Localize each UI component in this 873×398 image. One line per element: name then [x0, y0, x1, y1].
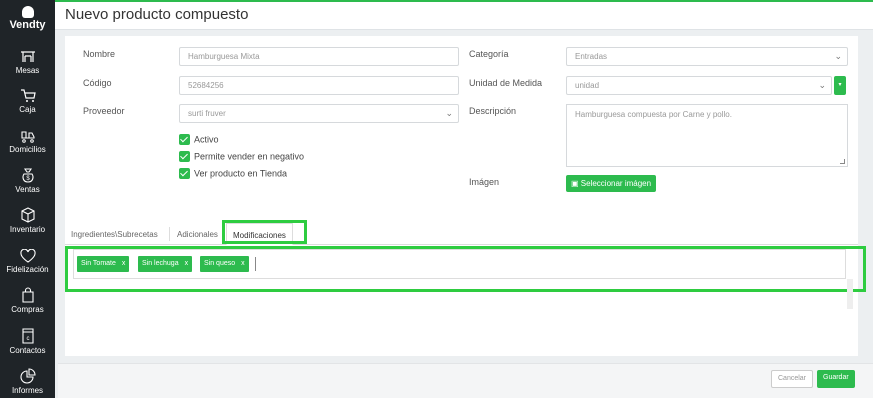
svg-text:c: c — [26, 336, 29, 342]
select-image-label: Seleccionar imágen — [580, 179, 652, 188]
codigo-label: Código — [83, 78, 112, 88]
unidad-add-button[interactable]: ▾ — [834, 76, 846, 95]
sidebar-item-label: Inventario — [9, 225, 46, 234]
vendty-logo[interactable]: Vendty — [0, 6, 55, 31]
svg-text:$: $ — [26, 176, 30, 182]
cancel-button[interactable]: Cancelar — [771, 370, 814, 388]
highlight-tab-frame — [222, 220, 307, 244]
sidebar-item-label: Fidelización — [6, 265, 49, 274]
sidebar-item-label: Domicilios — [9, 145, 46, 154]
checkbox-checked-icon — [179, 168, 190, 180]
codigo-input[interactable]: 52684256 — [179, 76, 459, 95]
page-header: Nuevo producto compuesto — [55, 2, 873, 30]
shopping-bag-icon — [21, 287, 34, 303]
sidebar-item-inventario[interactable]: Inventario — [0, 207, 55, 245]
vertical-scrollbar[interactable] — [847, 279, 853, 309]
nombre-input[interactable]: Hamburguesa Mixta — [179, 47, 459, 66]
categoria-select[interactable]: Entradas ⌄ — [566, 47, 848, 66]
sidebar-item-label: Ventas — [15, 185, 40, 194]
pie-chart-icon — [19, 368, 36, 384]
sidebar-item-informes[interactable]: Informes — [0, 368, 55, 398]
page-title: Nuevo producto compuesto — [65, 6, 249, 23]
checkbox-label: Permite vender en negativo — [194, 151, 305, 162]
heart-icon — [19, 249, 36, 263]
checkbox-label: Activo — [194, 134, 219, 145]
sidebar: Vendty Mesas Caja Domicilios $ Ventas In… — [0, 0, 55, 398]
tab-adicionales[interactable]: Adicionales — [171, 223, 224, 245]
sidebar-item-contactos[interactable]: c Contactos — [0, 328, 55, 366]
chevron-down-icon: ⌄ — [834, 51, 842, 61]
sidebar-item-fidelizacion[interactable]: Fidelización — [0, 249, 55, 287]
checkbox-checked-icon — [179, 151, 190, 163]
ver-tienda-checkbox[interactable]: Ver producto en Tienda — [179, 168, 288, 180]
imagen-label: Imágen — [469, 177, 500, 187]
nombre-label: Nombre — [83, 49, 116, 59]
categoria-value: Entradas — [575, 52, 608, 61]
cart-icon — [20, 89, 36, 102]
money-bag-icon: $ — [22, 168, 33, 183]
categoria-label: Categoría — [469, 49, 509, 59]
delivery-icon — [20, 131, 35, 143]
proveedor-value: surti fruver — [188, 109, 226, 118]
save-button[interactable]: Guardar — [817, 370, 855, 388]
descripcion-textarea[interactable]: Hamburguesa compuesta por Carne y pollo. — [566, 104, 848, 167]
unidad-label: Unidad de Medida — [469, 78, 543, 88]
box-icon — [20, 207, 35, 223]
select-image-button[interactable]: ▣ Seleccionar imágen — [566, 175, 657, 192]
sidebar-item-caja[interactable]: Caja — [0, 89, 55, 127]
unidad-select[interactable]: unidad ⌄ — [566, 76, 832, 95]
sidebar-item-label: Mesas — [15, 66, 40, 75]
tab-ingredientes[interactable]: Ingredientes\Subrecetas — [65, 223, 164, 245]
contacts-icon: c — [21, 328, 34, 344]
logo-icon — [21, 6, 34, 18]
sidebar-item-domicilios[interactable]: Domicilios — [0, 129, 55, 167]
image-icon: ▣ — [571, 179, 579, 188]
tables-icon — [20, 51, 35, 62]
proveedor-select[interactable]: surti fruver ⌄ — [179, 104, 459, 123]
tab-divider — [169, 227, 170, 241]
brand-name: Vendty — [9, 19, 46, 31]
resize-grip-icon[interactable] — [840, 159, 845, 164]
sidebar-item-label: Informes — [11, 386, 44, 395]
sidebar-item-label: Contactos — [9, 346, 46, 355]
sidebar-item-label: Compras — [11, 305, 44, 314]
checkbox-label: Ver producto en Tienda — [194, 168, 288, 179]
product-form-card: Nombre Hamburguesa Mixta Código 52684256… — [65, 36, 866, 356]
chevron-down-icon: ⌄ — [445, 108, 453, 118]
tabs-bar: Ingredientes\Subrecetas Adicionales Modi… — [65, 223, 858, 245]
descripcion-value: Hamburguesa compuesta por Carne y pollo. — [575, 110, 732, 119]
vender-negativo-checkbox[interactable]: Permite vender en negativo — [179, 151, 305, 163]
activo-checkbox[interactable]: Activo — [179, 134, 219, 146]
form-footer: Cancelar Guardar — [58, 363, 873, 398]
sidebar-item-mesas[interactable]: Mesas — [0, 50, 55, 88]
checkbox-checked-icon — [179, 134, 190, 146]
descripcion-label: Descripción — [469, 106, 517, 116]
chevron-down-icon: ⌄ — [818, 80, 826, 90]
proveedor-label: Proveedor — [83, 106, 125, 116]
highlight-tags-frame — [65, 246, 866, 292]
sidebar-item-ventas[interactable]: $ Ventas — [0, 167, 55, 205]
unidad-value: unidad — [575, 81, 600, 90]
sidebar-item-label: Caja — [19, 105, 36, 114]
sidebar-item-compras[interactable]: Compras — [0, 287, 55, 325]
